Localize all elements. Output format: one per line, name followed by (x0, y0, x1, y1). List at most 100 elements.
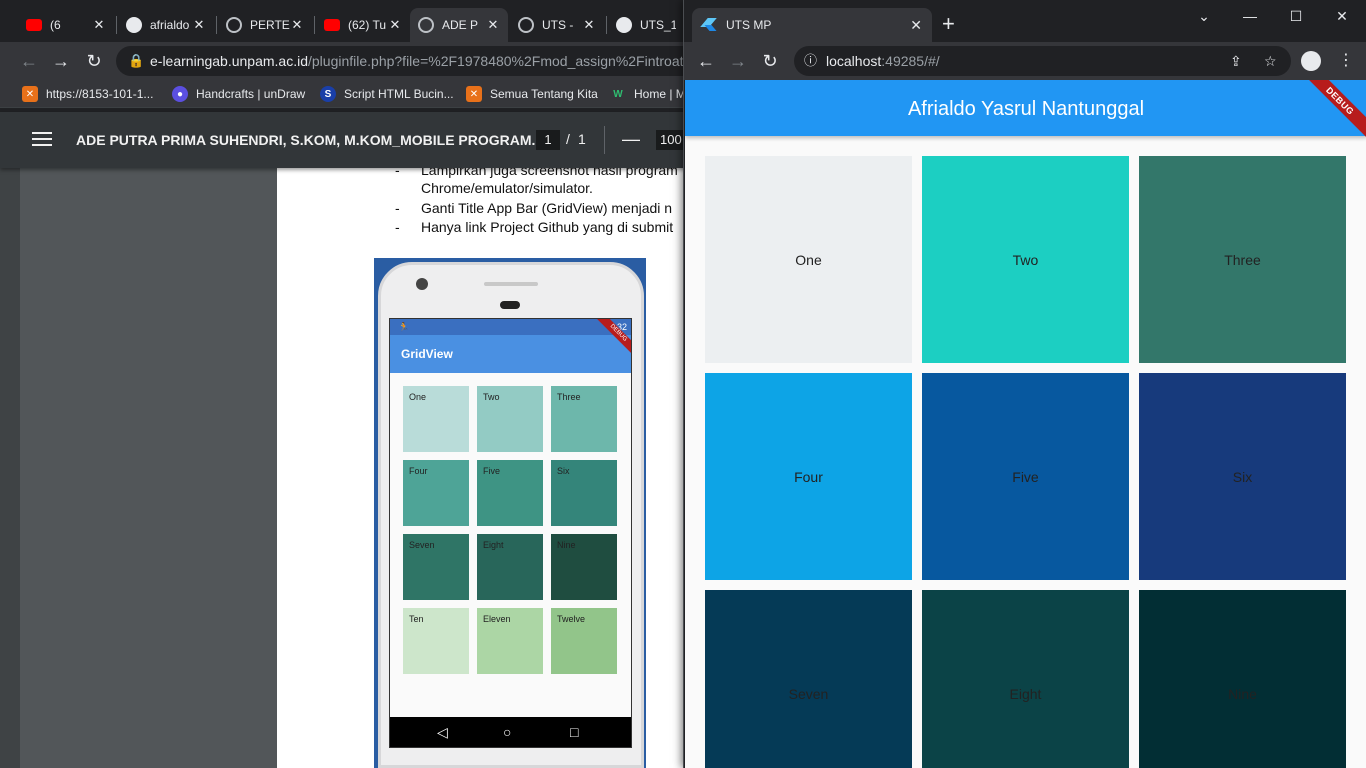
phone-screen: 🏃 5:32 GridView DEBUG OneTwoThreeFourFiv… (389, 318, 632, 748)
kebab-menu-icon[interactable]: ⋮ (1338, 50, 1354, 72)
tab-ade-pdf[interactable]: ADE P ✕ (410, 8, 508, 42)
phone-sensor (500, 301, 520, 309)
grid-cell: Six (1139, 373, 1346, 580)
grid-cell-label: Eight (1009, 685, 1042, 702)
zoom-input[interactable]: 100 (656, 130, 686, 150)
forward-arrow-icon[interactable]: → (50, 50, 72, 72)
phone-grid-cell: Ten (403, 608, 469, 674)
phone-grid-cell-label: Nine (557, 540, 576, 550)
phone-grid-cell: Twelve (551, 608, 617, 674)
phone-grid-cell: Six (551, 460, 617, 526)
phone-grid-cell: One (403, 386, 469, 452)
flutter-app: One Two Three Four Five Six Seven Eight Nine Afr… (685, 80, 1366, 768)
undraw-icon: ● (172, 86, 188, 102)
grid-cell-label: One (795, 251, 822, 268)
grid-cell: Three (1139, 156, 1346, 363)
phone-grid-cell-label: Five (483, 466, 501, 476)
phone-grid-cell-label: Four (409, 466, 428, 476)
bookmark-5[interactable]: W Home | M (610, 84, 686, 104)
pdf-page-separator: / (566, 131, 570, 147)
tab-github-afrialdo[interactable]: afrialdo ✕ (118, 8, 214, 42)
star-bookmark-icon[interactable]: ☆ (1264, 46, 1277, 76)
grid-cell-label: Six (1232, 468, 1253, 485)
back-arrow-icon[interactable]: ← (18, 50, 40, 72)
lock-icon: 🔒 (128, 53, 145, 68)
tab-label: afrialdo (150, 18, 190, 32)
close-icon[interactable]: ✕ (486, 17, 500, 33)
tab-label: PERTE (250, 18, 290, 32)
close-icon[interactable]: ✕ (910, 17, 922, 34)
youtube-icon (26, 19, 42, 31)
grid-cell: One (705, 156, 912, 363)
grid-cell: Seven (705, 590, 912, 768)
github-icon (126, 17, 142, 33)
grid-cell: Two (922, 156, 1129, 363)
grid-cell-label: Three (1224, 251, 1261, 268)
tab-label: ADE P (442, 18, 479, 32)
tab-pertemuan[interactable]: PERTE ✕ (218, 8, 312, 42)
app-bar: Afrialdo Yasrul Nantunggal (685, 80, 1366, 136)
close-window-icon[interactable]: ✕ (1330, 6, 1354, 26)
close-icon[interactable]: ✕ (192, 17, 206, 33)
tab-youtube-1[interactable]: (6 ✕ (18, 8, 114, 42)
desktop-edge (0, 168, 20, 768)
maximize-icon[interactable]: ☐ (1284, 6, 1308, 26)
foreground-toolbar: ← → ↻ ⓘ localhost:49285/#/ ⇪ ☆ ⋮ (684, 42, 1366, 80)
bookmark-4[interactable]: ✕ Semua Tentang Kita (466, 84, 598, 104)
tab-github-uts[interactable]: UTS_1 (608, 8, 684, 42)
grid-cell-label: Two (1012, 251, 1039, 268)
phone-grid-cell-label: Ten (409, 614, 424, 624)
profile-avatar-icon[interactable] (1301, 51, 1321, 71)
phone-nav-bar: ◁ ○ □ (390, 717, 631, 747)
phone-grid-cell: Four (403, 460, 469, 526)
close-icon[interactable]: ✕ (290, 17, 304, 33)
background-address-bar[interactable]: 🔒 e-learningab.unpam.ac.id/pluginfile.ph… (116, 46, 716, 76)
grid-cell: Nine (1139, 590, 1346, 768)
share-icon[interactable]: ⇪ (1230, 46, 1242, 76)
pdf-page-input[interactable]: 1 (536, 130, 560, 150)
close-icon[interactable]: ✕ (92, 17, 106, 33)
tab-youtube-2[interactable]: (62) Tu ✕ (316, 8, 410, 42)
tab-uts[interactable]: UTS - ✕ (510, 8, 604, 42)
phone-speaker (484, 282, 538, 286)
tab-label: UTS - (542, 18, 574, 32)
phone-grid-cell: Three (551, 386, 617, 452)
url-rest: :49285/#/ (881, 53, 940, 69)
grid-cell-label: Five (1012, 468, 1039, 485)
github-icon (616, 17, 632, 33)
close-icon[interactable]: ✕ (388, 17, 402, 33)
home-circle-icon: ○ (503, 724, 512, 740)
reload-icon[interactable]: ↻ (759, 50, 781, 72)
doc-line: Ganti Title App Bar (GridView) menjadi n (421, 200, 673, 216)
foreground-tab-strip: UTS MP ✕ + ⌄ — ☐ ✕ (684, 0, 1366, 42)
grid-cell-label: Seven (788, 685, 829, 702)
close-icon[interactable]: ✕ (582, 17, 596, 33)
phone-grid-cell: Eight (477, 534, 543, 600)
reload-icon[interactable]: ↻ (83, 50, 105, 72)
url-host: e-learningab.unpam.ac.id (150, 53, 308, 69)
phone-grid-cell: Two (477, 386, 543, 452)
zoom-out-button[interactable]: — (622, 129, 640, 150)
forward-arrow-icon[interactable]: → (727, 50, 749, 72)
minimize-icon[interactable]: — (1238, 6, 1262, 26)
url-path: /pluginfile.php?file=%2F1978480%2Fmod_as… (308, 53, 696, 69)
back-triangle-icon: ◁ (437, 724, 448, 740)
back-arrow-icon[interactable]: ← (695, 50, 717, 72)
globe-icon (418, 17, 434, 33)
doc-line: Chrome/emulator/simulator. (421, 180, 593, 196)
address-bar[interactable]: ⓘ localhost:49285/#/ ⇪ ☆ (794, 46, 1291, 76)
phone-grid-cell: Seven (403, 534, 469, 600)
tab-uts-mp[interactable]: UTS MP ✕ (692, 8, 932, 42)
phone-camera (416, 278, 428, 290)
bookmark-1[interactable]: ✕ https://8153-101-1... (22, 84, 153, 104)
phone-grid-cell: Eleven (477, 608, 543, 674)
runner-icon: 🏃 (398, 322, 410, 332)
hamburger-menu-icon[interactable] (32, 128, 52, 152)
flutter-icon (702, 18, 716, 32)
globe-icon (518, 17, 534, 33)
tab-search-chevron-icon[interactable]: ⌄ (1192, 6, 1216, 26)
phone-grid-cell: Nine (551, 534, 617, 600)
new-tab-plus-icon[interactable]: + (942, 13, 955, 35)
bookmark-2[interactable]: ● Handcrafts | unDraw (172, 84, 305, 104)
bookmark-3[interactable]: S Script HTML Bucin... (320, 84, 454, 104)
